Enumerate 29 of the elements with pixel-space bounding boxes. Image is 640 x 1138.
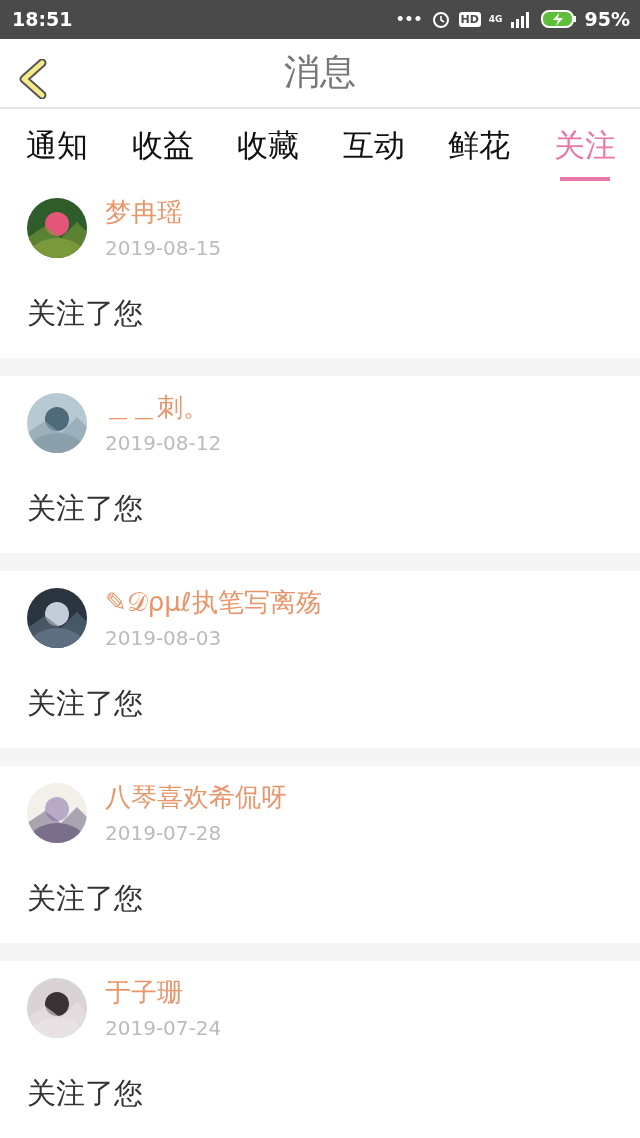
message-date: 2019-07-28 xyxy=(105,821,223,845)
user-name[interactable]: ✎𝒟ρμℓ执笔写离殇 xyxy=(105,585,322,620)
message-text: 关注了您 xyxy=(27,490,144,527)
tab[interactable]: 鲜花 xyxy=(448,109,511,181)
message-date: 2019-08-12 xyxy=(105,431,222,455)
page-title: 消息 xyxy=(284,50,356,95)
status-time: 18:51 xyxy=(12,8,73,31)
alarm-icon xyxy=(430,9,451,30)
message-date: 2019-08-03 xyxy=(105,626,223,650)
hd-badge: HD xyxy=(458,11,481,27)
message-text: 关注了您 xyxy=(27,295,144,332)
message-date: 2019-07-24 xyxy=(105,1016,222,1040)
tab[interactable]: 互动 xyxy=(342,109,405,181)
network-label: 4G xyxy=(488,14,503,25)
message-text: 关注了您 xyxy=(27,1075,144,1112)
message-date: 2019-08-15 xyxy=(105,236,222,260)
tab[interactable]: 通知 xyxy=(26,109,88,181)
tab[interactable]: 收藏 xyxy=(237,109,300,181)
user-name[interactable]: ＿＿刺。 xyxy=(105,390,222,425)
message-text: 关注了您 xyxy=(27,880,144,917)
battery-icon xyxy=(540,9,577,30)
battery-level: 95% xyxy=(584,8,630,31)
tab[interactable]: 关注 xyxy=(553,109,616,181)
user-name[interactable]: 梦冉瑶 xyxy=(105,195,222,230)
user-name[interactable]: 八琴喜欢希侃呀 xyxy=(105,780,287,815)
status-dots: ••• xyxy=(395,11,423,28)
tab[interactable]: 收益 xyxy=(131,109,194,181)
message-text: 关注了您 xyxy=(27,685,144,722)
user-name[interactable]: 于子珊 xyxy=(105,975,222,1010)
